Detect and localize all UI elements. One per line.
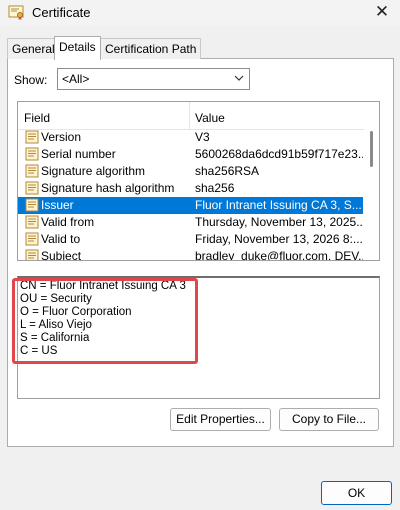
list-row[interactable]: Issuer Fluor Intranet Issuing CA 3, S... — [18, 197, 363, 214]
field-value: sha256RSA — [195, 164, 260, 178]
field-document-icon — [25, 198, 39, 212]
show-dropdown[interactable]: <All> — [57, 68, 250, 90]
field-value: bradley_duke@fluor.com, DEV... — [195, 249, 363, 261]
field-name: Valid from — [41, 215, 95, 229]
field-name: Subject — [41, 249, 82, 261]
edit-properties-button[interactable]: Edit Properties... — [170, 408, 271, 431]
field-document-icon — [25, 164, 39, 178]
field-document-icon — [25, 130, 39, 144]
close-icon: ✕ — [374, 2, 390, 21]
field-document-icon — [25, 181, 39, 195]
field-name: Version — [41, 130, 82, 144]
field-name: Issuer — [41, 198, 74, 212]
field-document-icon — [25, 232, 39, 246]
field-value: 5600268da6dcd91b59f717e23... — [195, 147, 363, 161]
tab-certification-path[interactable]: Certification Path — [100, 38, 202, 59]
chevron-down-icon — [234, 75, 244, 81]
show-dropdown-value: <All> — [62, 72, 90, 86]
field-value: V3 — [195, 130, 210, 144]
field-document-icon — [25, 249, 39, 260]
tab-general[interactable]: General — [7, 38, 60, 59]
field-name: Signature hash algorithm — [41, 181, 175, 195]
list-row[interactable]: Valid to Friday, November 13, 2026 8:... — [18, 231, 363, 248]
list-row[interactable]: Serial number 5600268da6dcd91b59f717e23..… — [18, 146, 363, 163]
title-bar: Certificate ✕ — [0, 0, 400, 26]
column-header-field[interactable]: Field — [24, 111, 50, 125]
ok-button[interactable]: OK — [321, 481, 392, 505]
tab-details[interactable]: Details — [54, 36, 101, 60]
list-row[interactable]: Subject bradley_duke@fluor.com, DEV... — [18, 248, 363, 261]
close-button[interactable]: ✕ — [370, 0, 394, 24]
field-name: Serial number — [41, 147, 116, 161]
list-scrollbar[interactable] — [364, 129, 379, 260]
field-value: Fluor Intranet Issuing CA 3, S... — [195, 198, 362, 212]
tab-label: General — [12, 42, 55, 56]
scrollbar-thumb[interactable] — [370, 131, 373, 167]
window-title: Certificate — [32, 5, 91, 20]
list-row[interactable]: Version V3 — [18, 129, 363, 146]
field-value: Thursday, November 13, 2025... — [195, 215, 363, 229]
field-value: sha256 — [195, 181, 235, 195]
field-document-icon — [25, 215, 39, 229]
field-document-icon — [25, 147, 39, 161]
list-rows: Version V3 Serial number 5600268da6dcd91b59… — [18, 129, 363, 261]
list-row[interactable]: Signature algorithm sha256RSA — [18, 163, 363, 180]
field-name: Signature algorithm — [41, 164, 146, 178]
annotation-highlight-box — [12, 278, 198, 364]
field-value: Friday, November 13, 2026 8:... — [195, 232, 363, 246]
certificate-icon — [8, 5, 24, 20]
field-name: Valid to — [41, 232, 81, 246]
field-list[interactable]: Field Value Version V3 Serial number 560026… — [17, 101, 380, 261]
list-row[interactable]: Signature hash algorithm sha256 — [18, 180, 363, 197]
column-header-value[interactable]: Value — [195, 111, 225, 125]
tab-label: Details — [59, 40, 96, 54]
show-label: Show: — [14, 73, 48, 87]
column-divider[interactable] — [189, 102, 190, 129]
copy-to-file-button[interactable]: Copy to File... — [279, 408, 379, 431]
list-header: Field Value — [18, 102, 379, 130]
list-row[interactable]: Valid from Thursday, November 13, 2025... — [18, 214, 363, 231]
tab-label: Certification Path — [105, 42, 197, 56]
